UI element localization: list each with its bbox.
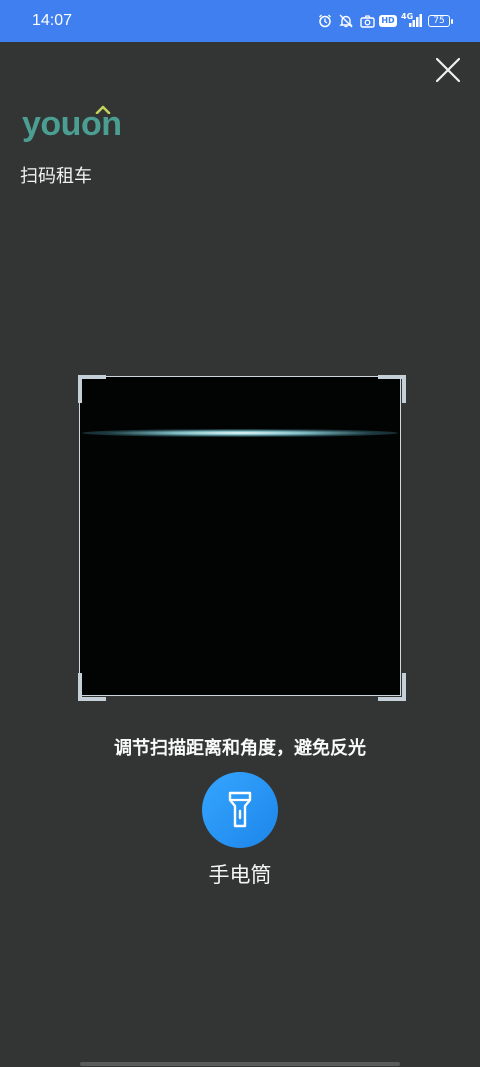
youon-logo: youon xyxy=(22,105,122,144)
scan-hint: 调节扫描距离和角度，避免反光 xyxy=(114,738,366,759)
alarm-icon xyxy=(317,13,333,29)
mute-bell-icon xyxy=(338,13,354,29)
flashlight-label[interactable]: 手电筒 xyxy=(0,859,480,889)
page-subtitle: 扫码租车 xyxy=(20,166,92,187)
scan-corner-bottom-right xyxy=(378,673,406,701)
hd-badge: HD xyxy=(379,15,397,27)
battery-icon: 75 xyxy=(428,15,453,27)
network-type: 4G xyxy=(401,12,414,21)
status-bar: 14:07 HD 4G 75 xyxy=(0,0,480,42)
scan-line xyxy=(82,429,398,437)
scan-corner-bottom-left xyxy=(78,673,106,701)
signal-icon: 4G xyxy=(401,13,423,29)
flashlight-button[interactable] xyxy=(202,772,278,848)
hd-icon: HD xyxy=(379,13,397,29)
status-time: 14:07 xyxy=(32,12,73,29)
status-icons: HD 4G 75 xyxy=(317,13,453,29)
logo-hat-icon xyxy=(95,105,111,114)
scan-viewfinder xyxy=(79,376,401,696)
close-icon xyxy=(435,57,461,83)
gesture-nav-bar[interactable] xyxy=(80,1062,400,1066)
scan-corner-top-left xyxy=(78,375,106,403)
scan-corner-top-right xyxy=(378,375,406,403)
close-button[interactable] xyxy=(432,54,464,86)
camera-icon xyxy=(359,13,375,29)
flashlight-icon xyxy=(228,791,252,828)
